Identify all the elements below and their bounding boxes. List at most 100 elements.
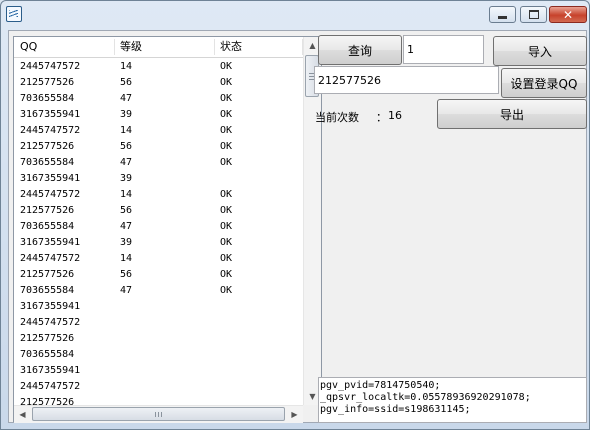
counter-label: 当前次数 [315, 111, 359, 124]
cell-status: OK [220, 253, 233, 264]
cell-qq: 212577526 [20, 269, 75, 280]
grip-line [155, 412, 156, 417]
table-row[interactable]: 703655584 47 OK [14, 219, 303, 235]
cell-qq: 2445747572 [20, 189, 81, 200]
cell-qq: 2445747572 [20, 381, 81, 392]
cell-status: OK [220, 109, 233, 120]
table-row[interactable]: 2445747572 [14, 379, 303, 395]
table-row[interactable]: 703655584 47 OK [14, 91, 303, 107]
cell-qq: 2445747572 [20, 317, 81, 328]
cell-qq: 3167355941 [20, 173, 81, 184]
close-button[interactable]: ✕ [549, 6, 587, 23]
cookie-log-textarea[interactable]: pgv_pvid=7814750540; _qpsvr_localtk=0.05… [318, 377, 587, 423]
set-login-qq-button[interactable]: 设置登录QQ [501, 68, 587, 98]
list-header: QQ 等级 状态 [14, 37, 303, 58]
cell-qq: 703655584 [20, 285, 75, 296]
cell-status: OK [220, 77, 233, 88]
table-row[interactable]: 2445747572 14 OK [14, 59, 303, 75]
client-area: QQ 等级 状态 2445747572 14 OK 212577526 56 OK 7036… [8, 30, 587, 423]
table-row[interactable]: 3167355941 [14, 363, 303, 379]
cell-qq: 212577526 [20, 77, 75, 88]
cell-qq: 3167355941 [20, 237, 81, 248]
query-button[interactable]: 查询 [318, 35, 402, 65]
cell-status: OK [220, 269, 233, 280]
table-row[interactable]: 212577526 [14, 331, 303, 347]
cell-status: OK [220, 205, 233, 216]
cell-qq: 703655584 [20, 349, 75, 360]
cell-level: 47 [120, 157, 133, 168]
maximize-button[interactable] [520, 6, 547, 23]
cell-level: 14 [120, 189, 133, 200]
table-row[interactable]: 3167355941 [14, 299, 303, 315]
column-header-level[interactable]: 等级 [120, 37, 142, 57]
cell-level: 14 [120, 253, 133, 264]
cell-qq: 703655584 [20, 93, 75, 104]
export-button[interactable]: 导出 [437, 99, 587, 129]
cell-level: 14 [120, 125, 133, 136]
cell-status: OK [220, 189, 233, 200]
maximize-icon [528, 10, 539, 19]
cell-level: 39 [120, 237, 133, 248]
column-header-status[interactable]: 状态 [220, 37, 242, 57]
table-row[interactable]: 3167355941 39 OK [14, 235, 303, 251]
horizontal-scroll-thumb[interactable] [32, 407, 285, 421]
cell-level: 39 [120, 173, 133, 184]
column-divider[interactable] [214, 39, 215, 55]
qq-account-input[interactable]: 212577526 [314, 66, 499, 94]
cell-level: 39 [120, 109, 133, 120]
arrow-left-icon[interactable]: ◀ [14, 406, 31, 423]
cell-level: 56 [120, 269, 133, 280]
minimize-icon [498, 15, 507, 19]
app-icon [6, 6, 22, 22]
title-bar[interactable]: ✕ [1, 1, 589, 29]
grip-line [158, 412, 159, 417]
table-row[interactable]: 703655584 [14, 347, 303, 363]
qq-list-view[interactable]: QQ 等级 状态 2445747572 14 OK 212577526 56 OK 7036… [13, 36, 322, 423]
import-button[interactable]: 导入 [493, 36, 587, 66]
table-row[interactable]: 703655584 47 OK [14, 283, 303, 299]
horizontal-scrollbar[interactable]: ◀ ▶ [14, 405, 303, 423]
table-row[interactable]: 212577526 56 OK [14, 139, 303, 155]
cell-status: OK [220, 141, 233, 152]
cell-qq: 3167355941 [20, 109, 81, 120]
table-row[interactable]: 2445747572 14 OK [14, 123, 303, 139]
table-row[interactable]: 212577526 56 OK [14, 267, 303, 283]
cell-status: OK [220, 61, 233, 72]
main-window: ✕ QQ 等级 状态 2445747572 14 OK 212577526 56 OK 70… [0, 0, 590, 430]
close-icon: ✕ [562, 7, 574, 22]
arrow-right-icon[interactable]: ▶ [286, 406, 303, 423]
cell-status: OK [220, 125, 233, 136]
cell-level: 47 [120, 285, 133, 296]
table-row[interactable]: 2445747572 14 OK [14, 187, 303, 203]
table-row[interactable]: 2445747572 [14, 315, 303, 331]
cell-qq: 212577526 [20, 333, 75, 344]
cell-qq: 703655584 [20, 157, 75, 168]
table-row[interactable]: 212577526 56 OK [14, 203, 303, 219]
cell-status: OK [220, 157, 233, 168]
cell-status: OK [220, 285, 233, 296]
table-row[interactable]: 3167355941 39 [14, 171, 303, 187]
table-row[interactable]: 212577526 56 OK [14, 75, 303, 91]
table-row[interactable]: 3167355941 39 OK [14, 107, 303, 123]
table-row[interactable]: 703655584 47 OK [14, 155, 303, 171]
cell-level: 56 [120, 205, 133, 216]
cell-level: 56 [120, 77, 133, 88]
table-row[interactable]: 2445747572 14 OK [14, 251, 303, 267]
query-input[interactable]: 1 [403, 35, 484, 64]
cell-level: 56 [120, 141, 133, 152]
cell-qq: 2445747572 [20, 125, 81, 136]
cell-level: 47 [120, 93, 133, 104]
counter-value: 16 [388, 109, 402, 122]
cell-qq: 3167355941 [20, 301, 81, 312]
cell-status: OK [220, 93, 233, 104]
cell-level: 47 [120, 221, 133, 232]
cell-qq: 2445747572 [20, 253, 81, 264]
cell-status: OK [220, 237, 233, 248]
column-header-qq[interactable]: QQ [20, 37, 37, 57]
cell-qq: 212577526 [20, 141, 75, 152]
cell-qq: 2445747572 [20, 61, 81, 72]
cell-status: OK [220, 221, 233, 232]
minimize-button[interactable] [489, 6, 516, 23]
counter-separator: ： [376, 111, 387, 124]
column-divider[interactable] [114, 39, 115, 55]
